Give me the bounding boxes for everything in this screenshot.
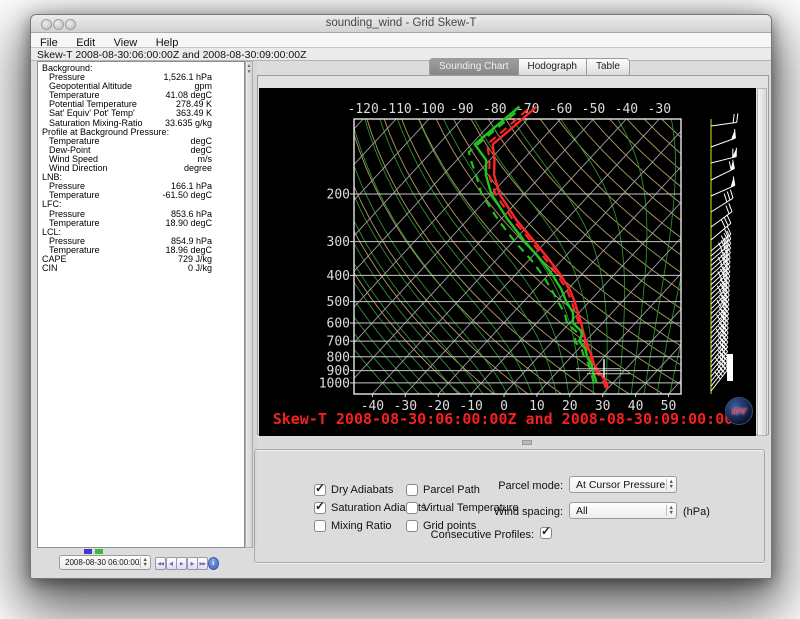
wind-spacing-unit: (hPa) <box>683 506 710 518</box>
svg-text:500: 500 <box>327 295 350 310</box>
wind-spacing-label: Wind spacing: <box>463 506 563 518</box>
properties-button[interactable]: i <box>208 557 219 570</box>
svg-text:-100: -100 <box>413 102 444 117</box>
left-panel-scrollbar[interactable]: ▲ ▼ <box>245 61 253 548</box>
chart-controls-divider[interactable] <box>257 438 769 446</box>
svg-text:200: 200 <box>327 188 350 203</box>
scroll-down-icon[interactable]: ▼ <box>246 70 252 75</box>
svg-text:-30: -30 <box>648 102 671 117</box>
chart-frame: -120-110-100-90-80-70-60-50-40-30-40-30-… <box>257 75 769 435</box>
divider-knob-icon[interactable] <box>522 440 532 445</box>
svg-text:-90: -90 <box>450 102 473 117</box>
wind-spacing-select[interactable]: All ▲▼ <box>569 502 677 519</box>
time-legend-swatch <box>95 549 103 554</box>
svg-text:600: 600 <box>327 317 350 332</box>
stepper-arrows-icon[interactable]: ▲▼ <box>666 505 676 516</box>
svg-text:-120: -120 <box>348 102 379 117</box>
tab-sounding-chart[interactable]: Sounding Chart <box>430 59 519 76</box>
checkbox[interactable]: ✓ <box>314 520 326 532</box>
tab-hodograph[interactable]: Hodograph <box>519 59 587 76</box>
svg-text:-60: -60 <box>549 102 572 117</box>
svg-text:700: 700 <box>327 335 350 350</box>
left-panel-row: Temperature18.90 degC <box>38 219 244 228</box>
checkbox[interactable]: ✓ <box>406 502 418 514</box>
sounding-parameters-panel: Background:Pressure1,526.1 hPaGeopotenti… <box>37 61 245 548</box>
svg-text:400: 400 <box>327 269 350 284</box>
consecutive-profiles-checkbox[interactable]: ✓ <box>540 527 552 539</box>
checkbox[interactable]: ✓ <box>406 484 418 496</box>
skewt-chart[interactable]: -120-110-100-90-80-70-60-50-40-30-40-30-… <box>259 88 756 436</box>
app-window: sounding_wind - Grid Skew-T File Edit Vi… <box>30 14 772 579</box>
time-animation-bar: 2008-08-30 06:00:00Z ▲▼ ◀◀◀|▶|▶▶▶i <box>37 548 253 574</box>
screenshot: sounding_wind - Grid Skew-T File Edit Vi… <box>0 0 800 619</box>
stepper-arrows-icon[interactable]: ▲▼ <box>666 479 676 490</box>
titlebar[interactable]: sounding_wind - Grid Skew-T <box>31 15 771 33</box>
sounding-header-label: Skew-T 2008-08-30:06:00:00Z and 2008-08-… <box>31 48 771 61</box>
checkbox[interactable]: ✓ <box>314 484 326 496</box>
step-forward-button[interactable]: |▶ <box>187 557 198 570</box>
time-select[interactable]: 2008-08-30 06:00:00Z ▲▼ <box>59 555 151 570</box>
svg-text:800: 800 <box>327 350 350 365</box>
checkbox-label: Dry Adiabats <box>331 484 393 496</box>
chart-vertical-scrollbar[interactable] <box>757 88 767 436</box>
parcel-mode-label: Parcel mode: <box>463 480 563 492</box>
svg-text:1000: 1000 <box>319 376 350 391</box>
left-panel-row: CAPE729 J/kg <box>38 255 244 264</box>
left-panel-row: Temperature18.96 degC <box>38 246 244 255</box>
play-button[interactable]: ▶ <box>176 557 187 570</box>
consecutive-profiles-label: Consecutive Profiles: <box>384 529 534 541</box>
chart-title: Skew-T 2008-08-30:06:00:00Z and 2008-08-… <box>259 410 756 428</box>
left-panel-row: Wind Directiondegree <box>38 164 244 173</box>
svg-text:-110: -110 <box>380 102 411 117</box>
parcel-mode-select[interactable]: At Cursor Pressure ▲▼ <box>569 476 677 493</box>
stepper-arrows-icon[interactable]: ▲▼ <box>140 557 150 568</box>
menubar: File Edit View Help <box>31 33 771 48</box>
time-legend-swatch <box>84 549 92 554</box>
go-first-button[interactable]: ◀◀ <box>155 557 166 570</box>
svg-text:300: 300 <box>327 235 350 250</box>
skewt-plot[interactable]: -120-110-100-90-80-70-60-50-40-30-40-30-… <box>259 88 756 436</box>
left-panel-row: Temperature-61.50 degC <box>38 191 244 200</box>
left-panel-row: CIN0 J/kg <box>38 264 244 273</box>
checkbox-label: Mixing Ratio <box>331 520 392 532</box>
step-back-button[interactable]: ◀| <box>166 557 177 570</box>
tab-table[interactable]: Table <box>587 59 629 76</box>
idv-logo: IDV <box>725 397 753 425</box>
go-last-button[interactable]: ▶▶ <box>197 557 208 570</box>
svg-text:-50: -50 <box>582 102 605 117</box>
svg-text:-80: -80 <box>483 102 506 117</box>
svg-text:-40: -40 <box>615 102 638 117</box>
window-title: sounding_wind - Grid Skew-T <box>31 17 771 29</box>
checkbox[interactable]: ✓ <box>314 502 326 514</box>
